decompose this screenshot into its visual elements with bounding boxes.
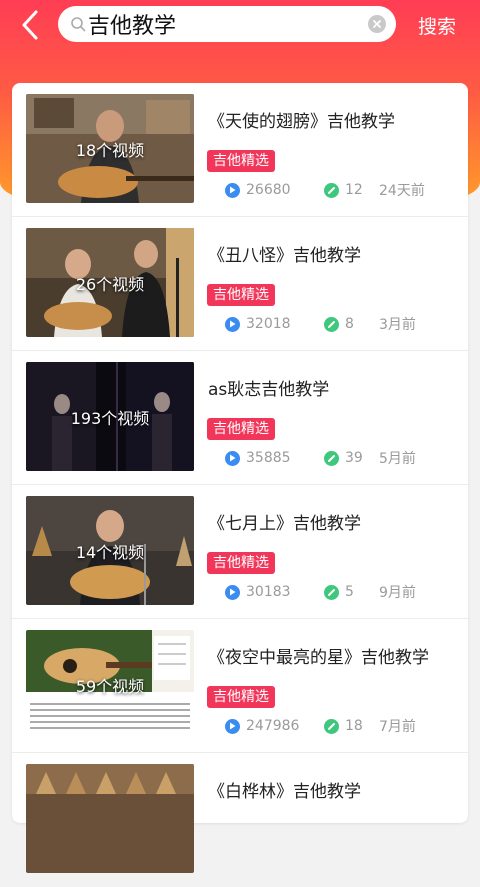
item-stats: 30183 5 9月前 (225, 581, 416, 603)
close-icon (373, 20, 381, 28)
item-stats: 35885 39 5月前 (225, 447, 416, 469)
video-thumbnail: 193个视频 (26, 362, 194, 471)
view-count: 35885 (246, 450, 291, 466)
pencil-icon (324, 718, 339, 734)
view-count: 26680 (246, 182, 291, 198)
view-count: 247986 (246, 718, 300, 734)
list-item[interactable]: 26个视频 《丑八怪》吉他教学 吉他精选 32018 8 3月前 (12, 217, 468, 351)
clear-button[interactable] (368, 15, 386, 33)
category-tag: 吉他精选 (207, 150, 275, 172)
post-age: 3月前 (379, 317, 416, 333)
list-item[interactable]: 59个视频 《夜空中最亮的星》吉他教学 吉他精选 247986 18 7月前 (12, 619, 468, 753)
post-age: 7月前 (379, 719, 416, 735)
chevron-left-icon (22, 10, 38, 40)
pencil-icon (324, 316, 339, 332)
item-stats: 26680 12 24天前 (225, 179, 425, 201)
item-stats: 32018 8 3月前 (225, 313, 416, 335)
search-box[interactable] (58, 6, 396, 42)
note-count: 8 (345, 316, 354, 332)
play-icon (225, 450, 240, 466)
video-count: 59个视频 (75, 676, 145, 696)
video-count: 18个视频 (75, 140, 145, 160)
pencil-icon (324, 182, 339, 198)
item-title: as耿志吉他教学 (208, 380, 330, 400)
item-title: 《丑八怪》吉他教学 (208, 246, 361, 266)
video-count: 14个视频 (75, 542, 145, 562)
category-tag: 吉他精选 (207, 686, 275, 708)
video-count: 26个视频 (75, 274, 145, 294)
note-count: 39 (345, 450, 363, 466)
list-item[interactable]: 193个视频 as耿志吉他教学 吉他精选 35885 39 5月前 (12, 351, 468, 485)
view-count: 30183 (246, 584, 291, 600)
play-icon (225, 316, 240, 332)
play-icon (225, 182, 240, 198)
item-stats: 247986 18 7月前 (225, 715, 416, 737)
list-item[interactable]: 18个视频 《天使的翅膀》吉他教学 吉他精选 26680 12 24天前 (12, 83, 468, 217)
note-count: 18 (345, 718, 363, 734)
video-thumbnail: 18个视频 (26, 94, 194, 203)
pencil-icon (324, 450, 339, 466)
post-age: 5月前 (379, 451, 416, 467)
item-title: 《天使的翅膀》吉他教学 (208, 112, 395, 132)
play-icon (225, 584, 240, 600)
video-thumbnail: 14个视频 (26, 496, 194, 605)
video-thumbnail (26, 764, 194, 873)
item-title: 《夜空中最亮的星》吉他教学 (208, 648, 429, 668)
category-tag: 吉他精选 (207, 284, 275, 306)
note-count: 5 (345, 584, 354, 600)
search-icon (70, 16, 86, 32)
category-tag: 吉他精选 (207, 552, 275, 574)
video-thumbnail: 26个视频 (26, 228, 194, 337)
view-count: 32018 (246, 316, 291, 332)
video-count: 193个视频 (70, 408, 150, 428)
video-thumbnail: 59个视频 (26, 630, 194, 739)
item-title: 《七月上》吉他教学 (208, 514, 361, 534)
post-age: 9月前 (379, 585, 416, 601)
list-item[interactable]: 14个视频 《七月上》吉他教学 吉他精选 30183 5 9月前 (12, 485, 468, 619)
back-button[interactable] (14, 8, 46, 42)
item-title: 《白桦林》吉他教学 (208, 782, 361, 802)
search-button[interactable]: 搜索 (418, 12, 456, 39)
top-bar: 搜索 (0, 0, 480, 50)
video-count (26, 764, 194, 873)
post-age: 24天前 (379, 183, 425, 199)
play-icon (225, 718, 240, 734)
category-tag: 吉他精选 (207, 418, 275, 440)
search-input[interactable] (88, 11, 368, 37)
pencil-icon (324, 584, 339, 600)
results-list: 18个视频 《天使的翅膀》吉他教学 吉他精选 26680 12 24天前 26个… (12, 83, 468, 873)
list-item[interactable]: 《白桦林》吉他教学 (12, 753, 468, 887)
note-count: 12 (345, 182, 363, 198)
